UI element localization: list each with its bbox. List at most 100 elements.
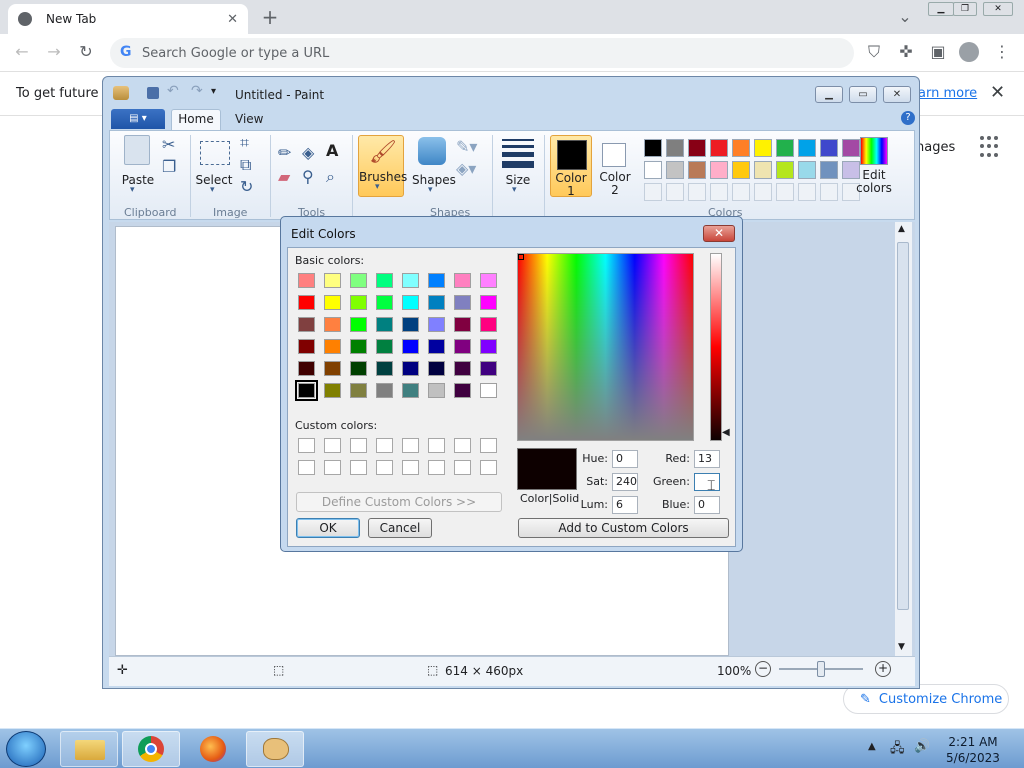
paste-button[interactable]: Paste	[120, 173, 156, 187]
luminance-slider[interactable]	[710, 253, 722, 441]
forward-icon[interactable]: →	[42, 40, 66, 64]
cut-icon[interactable]: ✂	[162, 135, 175, 154]
custom-color-swatch[interactable]	[454, 460, 471, 475]
back-icon[interactable]: ←	[10, 40, 34, 64]
basic-color-swatch[interactable]	[428, 361, 445, 376]
custom-color-swatch[interactable]	[298, 460, 315, 475]
tab-home[interactable]: Home	[171, 109, 221, 130]
fill-icon[interactable]: ◈▾	[456, 159, 476, 178]
palette-empty-slot[interactable]	[710, 183, 728, 201]
sat-field[interactable]: 240	[612, 473, 638, 491]
palette-swatch[interactable]	[644, 139, 662, 157]
palette-empty-slot[interactable]	[644, 183, 662, 201]
custom-color-swatch[interactable]	[350, 460, 367, 475]
blue-field[interactable]: 0	[694, 496, 720, 514]
basic-color-swatch[interactable]	[376, 295, 393, 310]
chrome-menu-icon[interactable]: ⋮	[990, 40, 1014, 64]
quick-access-dropdown-icon[interactable]: ▾	[211, 86, 216, 97]
basic-color-swatch[interactable]	[402, 361, 419, 376]
infobar-close-icon[interactable]: ✕	[990, 82, 1005, 103]
rotate-icon[interactable]: ↻	[240, 177, 253, 196]
network-icon[interactable]: 🖧	[890, 739, 905, 761]
zoom-out-icon[interactable]: −	[755, 661, 771, 677]
add-to-custom-colors-button[interactable]: Add to Custom Colors	[518, 518, 729, 538]
basic-color-swatch[interactable]	[402, 273, 419, 288]
basic-color-swatch[interactable]	[454, 339, 471, 354]
brushes-button[interactable]: 🖌 Brushes ▾	[358, 135, 407, 197]
basic-color-swatch[interactable]	[376, 361, 393, 376]
paint-file-menu-button[interactable]: ▤ ▾	[111, 109, 165, 129]
dialog-close-button[interactable]: ✕	[703, 225, 735, 242]
window-close-button[interactable]: ✕	[983, 2, 1013, 16]
taskbar-chrome-icon[interactable]	[122, 731, 180, 767]
fill-tool-icon[interactable]: ◈	[302, 143, 314, 162]
eraser-tool-icon[interactable]: ▰	[278, 167, 290, 186]
paint-maximize-button[interactable]: ▭	[849, 86, 877, 103]
basic-color-swatch[interactable]	[324, 295, 341, 310]
basic-color-swatch[interactable]	[376, 383, 393, 398]
cancel-button[interactable]: Cancel	[368, 518, 432, 538]
basic-color-swatch[interactable]	[324, 317, 341, 332]
palette-swatch[interactable]	[820, 139, 838, 157]
basic-color-swatch[interactable]	[298, 339, 315, 354]
taskbar-paint-icon[interactable]	[246, 731, 304, 767]
basic-color-swatch[interactable]	[350, 317, 367, 332]
select-icon[interactable]	[200, 141, 230, 165]
window-restore-button[interactable]: ❐	[953, 2, 977, 16]
custom-color-swatch[interactable]	[324, 460, 341, 475]
copy-icon[interactable]: ❐	[162, 157, 176, 176]
custom-color-swatch[interactable]	[402, 438, 419, 453]
color-picker-icon[interactable]: ⚲	[302, 167, 314, 186]
basic-color-swatch[interactable]	[350, 339, 367, 354]
pencil-tool-icon[interactable]: ✏	[278, 143, 291, 162]
extension-shield-icon[interactable]: ⛉	[862, 40, 886, 64]
outline-icon[interactable]: ✎▾	[456, 137, 477, 156]
palette-swatch[interactable]	[666, 139, 684, 157]
size-dropdown-icon[interactable]: ▾	[512, 185, 517, 195]
custom-color-swatch[interactable]	[350, 438, 367, 453]
palette-swatch[interactable]	[754, 161, 772, 179]
palette-swatch[interactable]	[820, 161, 838, 179]
profile-avatar[interactable]	[959, 42, 979, 62]
palette-swatch[interactable]	[644, 161, 662, 179]
basic-color-swatch[interactable]	[350, 295, 367, 310]
custom-color-swatch[interactable]	[298, 438, 315, 453]
scroll-up-icon[interactable]: ▲	[898, 224, 905, 234]
basic-color-swatch[interactable]	[295, 380, 318, 401]
basic-color-swatch[interactable]	[480, 361, 497, 376]
basic-color-swatch[interactable]	[350, 361, 367, 376]
size-button[interactable]: Size	[500, 173, 536, 187]
palette-swatch[interactable]	[776, 161, 794, 179]
basic-color-swatch[interactable]	[298, 361, 315, 376]
vertical-scrollbar[interactable]: ▲ ▼	[895, 222, 912, 656]
hue-field[interactable]: 0	[612, 450, 638, 468]
custom-color-swatch[interactable]	[480, 438, 497, 453]
crop-icon[interactable]: ⌗	[240, 133, 249, 153]
omnibox[interactable]: G Search Google or type a URL	[110, 38, 854, 68]
basic-color-swatch[interactable]	[480, 339, 497, 354]
palette-swatch[interactable]	[732, 139, 750, 157]
custom-color-swatch[interactable]	[454, 438, 471, 453]
basic-color-swatch[interactable]	[324, 339, 341, 354]
taskbar-clock[interactable]: 2:21 AM 5/6/2023	[942, 734, 1004, 766]
show-hidden-icons-icon[interactable]: ▲	[868, 741, 876, 752]
magnifier-icon[interactable]: ⌕	[326, 167, 335, 187]
color1-button[interactable]: Color 1	[550, 135, 592, 198]
basic-color-swatch[interactable]	[428, 383, 445, 398]
basic-color-swatch[interactable]	[324, 273, 341, 288]
basic-color-swatch[interactable]	[454, 361, 471, 376]
basic-color-swatch[interactable]	[402, 383, 419, 398]
undo-icon[interactable]: ↶	[167, 83, 179, 99]
palette-swatch[interactable]	[732, 161, 750, 179]
select-dropdown-icon[interactable]: ▾	[210, 185, 215, 195]
tab-view[interactable]: View	[235, 112, 263, 126]
volume-icon[interactable]: 🔊	[914, 739, 930, 754]
basic-color-swatch[interactable]	[480, 295, 497, 310]
palette-swatch[interactable]	[776, 139, 794, 157]
shapes-button[interactable]: Shapes	[412, 173, 456, 187]
custom-color-swatch[interactable]	[428, 460, 445, 475]
luminance-arrow-icon[interactable]: ◀	[722, 427, 730, 438]
basic-color-swatch[interactable]	[376, 339, 393, 354]
custom-color-swatch[interactable]	[480, 460, 497, 475]
new-tab-button[interactable]: +	[258, 5, 282, 29]
